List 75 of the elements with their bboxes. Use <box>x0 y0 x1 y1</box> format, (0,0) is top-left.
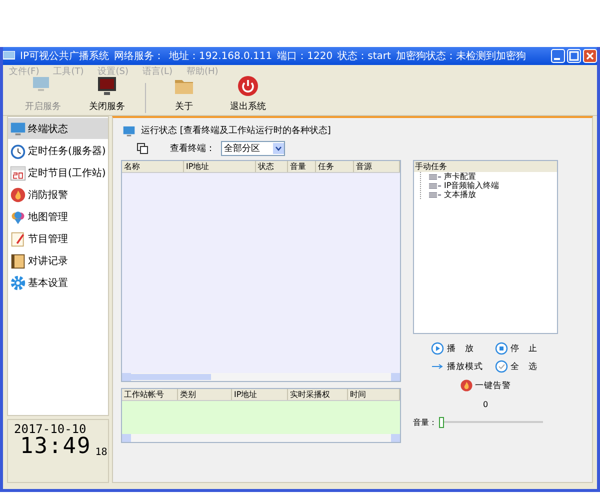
column-header: 类别 <box>178 389 232 400</box>
panel-title: 运行状态 [查看终端及工作站运行时的各种状态] <box>141 124 331 137</box>
tree-item[interactable]: 声卡配置 <box>444 171 476 182</box>
clock-time: 13:49 <box>20 436 92 458</box>
sidebar-item[interactable]: 消防报警 <box>8 184 108 205</box>
sidebar-item[interactable]: 定时任务(服务器) <box>8 140 108 161</box>
settings-icon <box>10 274 26 290</box>
column-header: IP地址 <box>184 161 256 172</box>
fire-icon <box>460 379 473 392</box>
column-header: 名称 <box>122 161 184 172</box>
monitor-icon <box>121 124 137 136</box>
column-header: 实时采播权 <box>288 389 348 400</box>
sidebar-item[interactable]: 地图管理 <box>8 206 108 227</box>
clock-seconds: 18 <box>95 447 108 458</box>
column-header: IP地址 <box>232 389 288 400</box>
column-header: 任务 <box>316 161 354 172</box>
status-text: 网络服务： <box>114 50 164 63</box>
clock-date: 2017-10-10 <box>14 422 88 436</box>
sidebar-item[interactable]: 定时节目(工作站) <box>8 162 108 183</box>
status-text: 端口：1220 <box>277 50 333 63</box>
map-pin-icon <box>10 208 26 224</box>
caret-icon <box>273 143 284 154</box>
column-header: 状态 <box>256 161 288 172</box>
column-header: 音量 <box>288 161 316 172</box>
status-text: 状态：start <box>338 50 391 63</box>
stop-icon <box>494 342 508 355</box>
sidebar-item[interactable]: 对讲记录 <box>8 250 108 271</box>
minimize-icon <box>551 49 565 63</box>
close-icon <box>583 49 597 63</box>
control-button[interactable]: 全 选 <box>494 360 558 373</box>
sidebar-item[interactable]: 节目管理 <box>8 228 108 249</box>
window-title: IP可视公共广播系统 <box>20 50 109 63</box>
monitor-icon <box>3 51 15 61</box>
volume-value: 0 <box>482 400 488 409</box>
zone-dropdown[interactable]: 全部分区 <box>221 141 285 156</box>
column-header: 工作站帐号 <box>122 389 178 400</box>
alarm-clock-icon <box>10 142 26 158</box>
scroll-left-button[interactable] <box>122 373 131 381</box>
monitor-icon <box>96 75 118 97</box>
power-icon <box>237 75 259 97</box>
toolbar-button[interactable]: 关于 <box>152 75 216 113</box>
tree-heading: 手动任务 <box>414 161 557 172</box>
list-icon <box>429 174 441 180</box>
list-icon <box>429 182 441 188</box>
copy-icon <box>137 143 148 154</box>
filter-label: 查看终端： <box>170 142 215 155</box>
maximize-icon <box>567 49 581 63</box>
scroll-left-button[interactable] <box>122 434 131 442</box>
column-header: 音源 <box>354 161 400 172</box>
control-button[interactable]: 播 放 <box>431 342 494 355</box>
sidebar-item[interactable]: 终端状态 <box>8 118 108 139</box>
toolbar-button[interactable]: 关闭服务 <box>75 75 139 113</box>
monitor-icon <box>10 120 26 136</box>
column-header: 时间 <box>348 389 400 400</box>
toolbar-button[interactable]: 退出系统 <box>216 75 280 113</box>
checkmark-icon <box>494 360 508 373</box>
book-icon <box>10 252 26 268</box>
scrollbar-thumb[interactable] <box>131 374 211 380</box>
scroll-right-button[interactable] <box>391 434 400 442</box>
control-button[interactable]: 停 止 <box>494 342 558 355</box>
control-button[interactable]: 播放模式 <box>431 360 494 373</box>
sidebar-item[interactable]: 基本设置 <box>8 272 108 293</box>
notepad-pen-icon <box>10 230 26 246</box>
status-text: 加密狗状态：未检测到加密狗 <box>396 50 526 63</box>
volume-label: 音量： <box>413 417 437 428</box>
list-icon <box>429 192 441 198</box>
slider-thumb[interactable] <box>439 417 444 428</box>
play-icon <box>431 342 444 355</box>
calendar-icon <box>10 164 26 180</box>
alarm-button[interactable]: 一键告警 <box>460 379 511 392</box>
tree-item[interactable]: IP音频输入终端 <box>444 180 500 191</box>
scroll-right-button[interactable] <box>391 373 400 381</box>
tree-item[interactable]: 文本播放 <box>444 189 476 200</box>
status-text: 地址：192.168.0.111 <box>168 50 272 63</box>
fire-icon <box>10 186 26 202</box>
